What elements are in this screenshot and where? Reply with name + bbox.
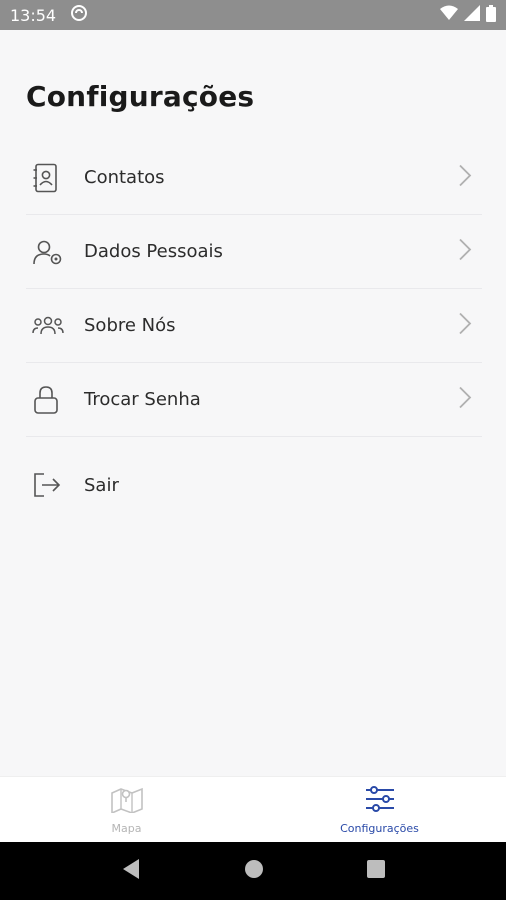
group-icon — [26, 309, 72, 343]
status-bar: 13:54 — [0, 0, 506, 30]
chevron-right-icon — [458, 237, 472, 266]
tab-label: Mapa — [111, 821, 142, 835]
bottom-navigation: Mapa Configurações — [0, 776, 506, 842]
menu-item-trocar-senha[interactable]: Trocar Senha — [26, 363, 482, 437]
chevron-right-icon — [458, 163, 472, 192]
sync-icon — [70, 4, 88, 26]
map-icon — [110, 785, 144, 818]
sliders-icon — [364, 785, 396, 818]
contacts-book-icon — [26, 161, 72, 195]
menu-item-label: Trocar Senha — [84, 389, 201, 410]
battery-icon — [486, 4, 496, 26]
settings-menu: Contatos Dados Pessoais Sobre Nós Trocar… — [26, 141, 482, 533]
back-icon[interactable] — [121, 858, 141, 885]
menu-item-label: Contatos — [84, 167, 165, 188]
user-settings-icon — [26, 235, 72, 269]
logout-icon — [26, 468, 72, 502]
lock-icon — [26, 383, 72, 417]
recents-icon[interactable] — [366, 859, 385, 883]
menu-item-label: Dados Pessoais — [84, 241, 223, 262]
menu-item-label: Sair — [84, 474, 119, 496]
menu-item-dados-pessoais[interactable]: Dados Pessoais — [26, 215, 482, 289]
menu-item-sobre-nos[interactable]: Sobre Nós — [26, 289, 482, 363]
tab-label: Configurações — [340, 821, 419, 835]
chevron-right-icon — [458, 385, 472, 414]
tab-mapa[interactable]: Mapa — [0, 777, 253, 842]
menu-item-sair[interactable]: Sair — [26, 437, 482, 533]
system-navigation-bar — [0, 842, 506, 900]
page-title: Configurações — [26, 80, 255, 113]
home-icon[interactable] — [244, 859, 264, 884]
tab-configuracoes[interactable]: Configurações — [253, 777, 506, 842]
signal-icon — [464, 5, 480, 25]
menu-item-contatos[interactable]: Contatos — [26, 141, 482, 215]
status-time: 13:54 — [10, 5, 57, 25]
menu-item-label: Sobre Nós — [84, 315, 176, 336]
wifi-icon — [440, 5, 458, 25]
chevron-right-icon — [458, 311, 472, 340]
